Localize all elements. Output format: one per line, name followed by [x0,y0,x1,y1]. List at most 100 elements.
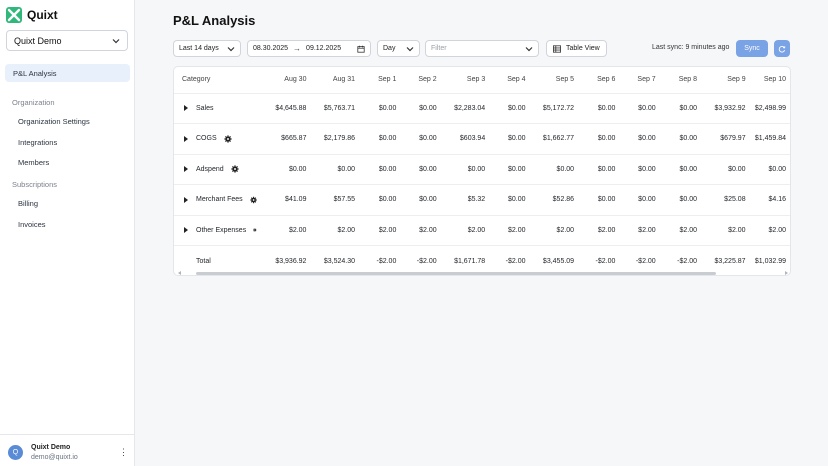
table-view-label: Table View [566,45,600,52]
date-range-picker[interactable]: 08.30.2025 → 09.12.2025 [247,40,371,57]
refresh-button[interactable] [774,40,790,57]
column-header[interactable]: Sep 2 [402,67,442,93]
table-row[interactable]: Adspend $0.00 $0.00 $0.00 $0.00 $0.00 $0.00 $0.… [174,153,790,185]
more-vertical-icon[interactable]: ⋮ [119,447,128,458]
table-view-button[interactable]: Table View [546,40,607,57]
gear-icon[interactable] [231,165,239,173]
sidebar-item-integrations[interactable]: Integrations [18,138,57,147]
value-cell: $4.16 [751,184,790,215]
value-cell: $0.00 [621,184,662,215]
table-row[interactable]: COGS $665.87 $2,179.86 $0.00 $0.00 $603.94 $0.… [174,123,790,154]
value-cell: $0.00 [491,153,532,185]
sidebar-item-label: P&L Analysis [13,68,57,78]
refresh-icon [778,45,786,52]
value-cell: $2.00 [491,214,532,246]
granularity-select[interactable]: Day [377,40,420,57]
date-range-preset-select[interactable]: Last 14 days [173,40,241,57]
category-cell[interactable]: Sales [174,92,263,124]
value-cell: $2.00 [402,214,443,246]
sidebar-item-billing[interactable]: Billing [18,199,38,208]
value-cell: $2.00 [751,214,790,246]
column-header[interactable]: Sep 6 [580,67,621,93]
value-cell: $1,459.84 [751,123,790,154]
main-content: P&L Analysis Last 14 days 08.30.2025 → 0… [135,0,828,466]
sync-button[interactable]: Sync [736,40,768,57]
organization-select[interactable]: Quixt Demo [6,30,128,51]
table-row[interactable]: Merchant Fees $41.09 $57.55 $0.00 $0.00 $5.32… [174,184,790,215]
user-profile: Q Quixt Demo demo@quixt.io ⋮ [0,434,134,466]
value-cell: $665.87 [262,123,313,154]
category-cell[interactable]: Adspend [174,153,263,185]
value-cell: $0.00 [361,123,403,154]
value-cell: $25.08 [703,184,752,215]
value-cell: $57.55 [312,184,362,215]
arrow-right-icon: → [293,44,302,53]
column-header[interactable]: Aug 30 [263,67,313,93]
scroll-right-icon[interactable] [785,271,788,275]
value-cell: $0.00 [531,153,581,185]
section-title-organization: Organization [12,98,55,107]
column-header[interactable]: Sep 9 [703,67,752,93]
sidebar-item-invoices[interactable]: Invoices [18,220,46,229]
gear-icon[interactable] [250,196,257,204]
gear-icon[interactable] [253,226,257,234]
value-cell: $1,662.77 [531,123,581,154]
column-header[interactable]: Sep 4 [491,67,531,93]
caret-right-icon[interactable] [184,196,188,203]
organization-name: Quixt Demo [14,35,62,46]
date-to: 09.12.2025 [306,45,342,52]
sidebar-item-members[interactable]: Members [18,158,49,167]
user-email: demo@quixt.io [31,454,78,461]
scroll-thumb[interactable] [196,272,716,275]
category-cell[interactable]: COGS [174,123,263,154]
caret-right-icon[interactable] [184,166,188,173]
value-cell: $2.00 [442,214,492,246]
granularity-value: Day [383,45,396,52]
value-cell: $0.00 [491,92,532,124]
column-header[interactable]: Aug 31 [312,67,361,93]
value-cell: $2.00 [580,214,622,246]
value-cell: $0.00 [442,153,492,185]
category-label: Total [196,257,211,265]
caret-right-icon[interactable] [184,227,188,234]
column-header[interactable]: Sep 7 [621,67,661,93]
category-cell[interactable]: Merchant Fees [174,184,263,215]
value-cell: $0.00 [491,123,532,154]
sidebar: Quixt Quixt Demo P&L Analysis Organizati… [0,0,135,466]
filter-select[interactable]: Filter [425,40,539,57]
value-cell: $0.00 [262,153,313,185]
value-cell: $2.00 [621,214,662,246]
value-cell: $0.00 [621,123,662,154]
column-header[interactable]: Sep 10 [752,67,790,93]
date-range-preset-value: Last 14 days [179,45,219,52]
column-header[interactable]: Sep 5 [532,67,581,93]
table-row[interactable]: Sales $4,645.88 $5,763.71 $0.00 $0.00 $2,283.… [174,92,790,124]
value-cell: $0.00 [703,153,752,185]
category-label: Merchant Fees [196,196,243,204]
column-header[interactable]: Sep 3 [443,67,492,93]
sidebar-item-organization-settings[interactable]: Organization Settings [18,117,90,126]
header-row: Category Aug 30 Aug 31 Sep 1 Sep 2 Sep 3… [174,67,790,93]
avatar[interactable]: Q [8,445,23,460]
category-label: Other Expenses [196,226,247,234]
value-cell: $5.32 [442,184,492,215]
column-header[interactable]: Sep 8 [662,67,703,93]
gear-icon[interactable] [224,135,232,143]
column-header-category[interactable]: Category [174,67,263,93]
column-header[interactable]: Sep 1 [361,67,402,93]
horizontal-scrollbar[interactable] [178,271,788,275]
value-cell: $0.00 [361,184,403,215]
category-cell[interactable]: Other Expenses [174,214,263,246]
caret-right-icon[interactable] [184,105,188,112]
value-cell: $2.00 [262,214,313,246]
last-sync-text: Last sync: 9 minutes ago [652,44,730,51]
value-cell: $603.94 [442,123,492,154]
table-row[interactable]: Other Expenses $2.00 $2.00 $2.00 $2.00 $2.00 $… [174,214,790,246]
category-label: Adspend [196,165,224,173]
scroll-left-icon[interactable] [178,271,181,275]
caret-right-icon[interactable] [184,135,188,142]
sidebar-item-pl-analysis[interactable]: P&L Analysis [5,64,130,82]
value-cell: $2,179.86 [312,123,362,154]
logo[interactable]: Quixt [6,6,58,24]
app-root: Quixt Quixt Demo P&L Analysis Organizati… [0,0,828,466]
